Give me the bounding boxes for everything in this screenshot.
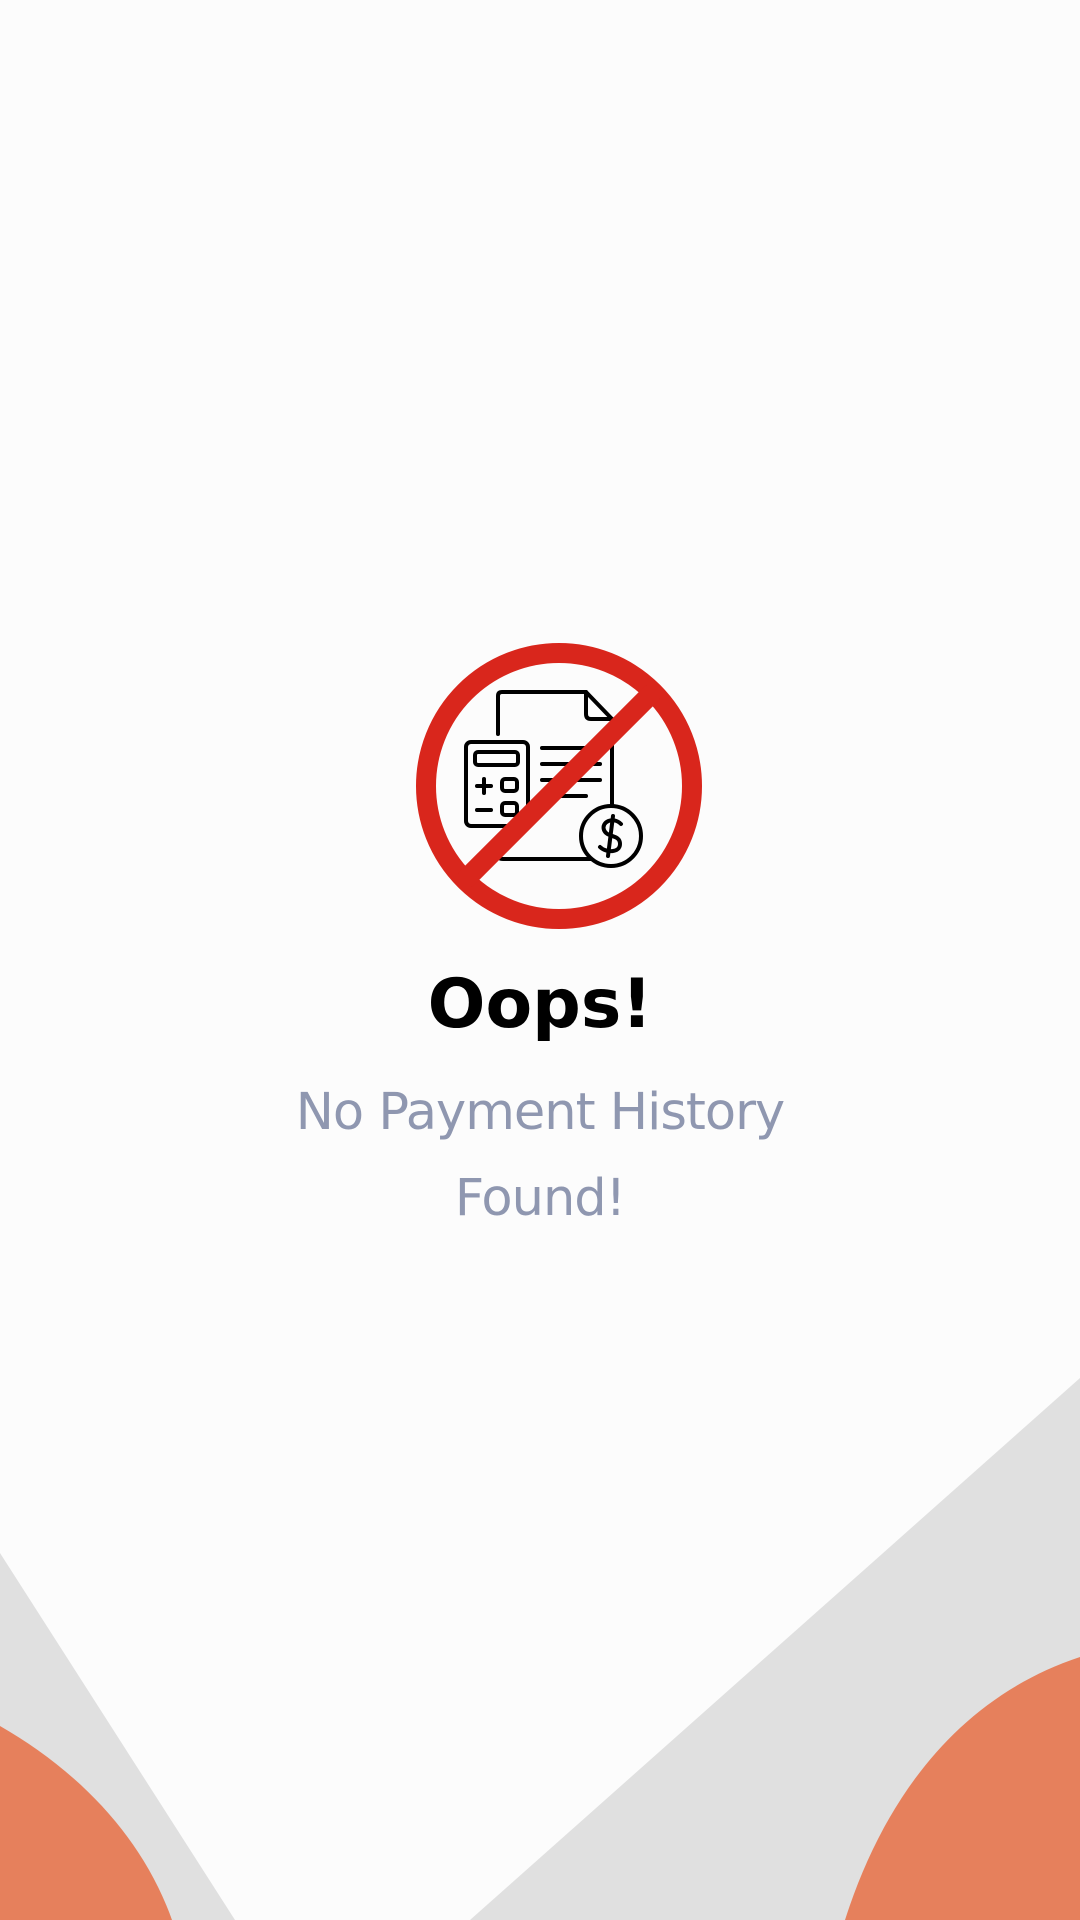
empty-state: Oops! No Payment History Found! xyxy=(0,0,1080,1920)
empty-state-message: No Payment History Found! xyxy=(295,1083,786,1228)
empty-state-title: Oops! xyxy=(427,965,653,1044)
no-payment-document-icon xyxy=(416,643,702,929)
screen: Oops! No Payment History Found! xyxy=(0,0,1080,1920)
